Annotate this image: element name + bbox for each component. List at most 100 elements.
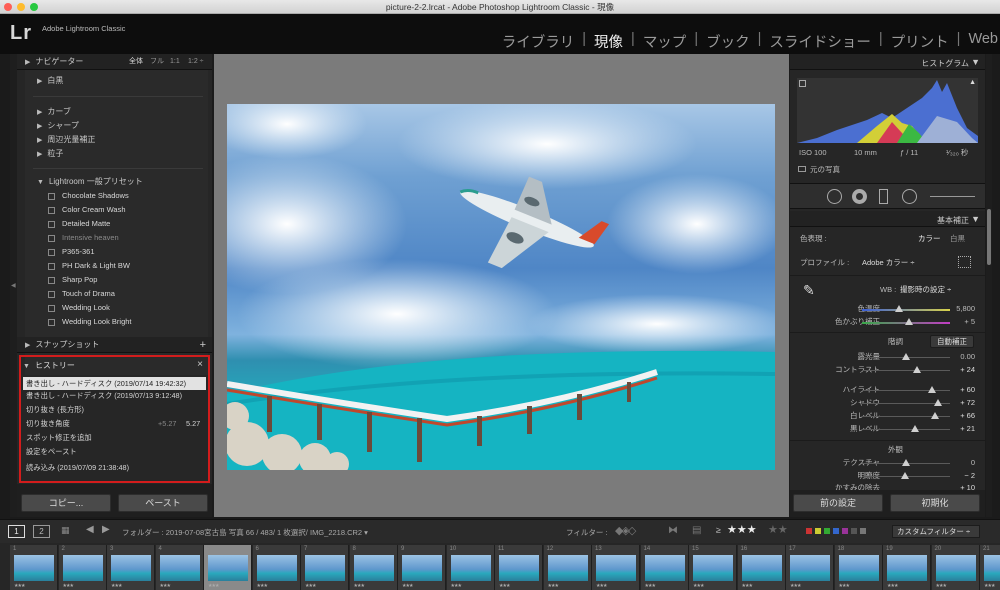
preset-item[interactable]: Touch of Drama xyxy=(48,287,115,301)
highlights-value[interactable]: + 60 xyxy=(940,384,975,396)
rating-operator[interactable]: ≥ xyxy=(716,525,721,535)
wb-select[interactable]: 撮影時の設定 ÷ xyxy=(900,284,951,296)
clarity-value[interactable]: − 2 xyxy=(940,470,975,482)
preset-item[interactable]: PH Dark & Light BW xyxy=(48,259,130,273)
contrast-knob[interactable] xyxy=(912,366,921,373)
radial-filter-icon[interactable] xyxy=(902,189,917,204)
module-library[interactable]: ライブラリ xyxy=(495,31,582,52)
source-path[interactable]: フォルダー : 2019-07-08宮古島 写真 66 / 483/ 1 枚選択… xyxy=(122,527,368,538)
filmstrip-thumbnail[interactable]: 10 ★★★ xyxy=(446,545,495,590)
grid-view-icon[interactable]: ▦ xyxy=(61,525,70,536)
temp-value[interactable]: 5,800 xyxy=(940,303,975,315)
module-develop[interactable]: 現像 xyxy=(587,31,630,52)
module-map[interactable]: マップ xyxy=(636,31,694,52)
navigator-header[interactable]: ▶ ナビゲーター 全体 フル 1:1 1:2 ÷ xyxy=(17,54,212,70)
module-book[interactable]: ブック xyxy=(699,31,757,52)
paste-settings-button[interactable]: ペースト xyxy=(118,494,208,512)
auto-tone-button[interactable]: 自動補正 xyxy=(930,335,974,348)
filmstrip-thumbnail[interactable]: 5 ★★★ xyxy=(204,545,252,590)
filmstrip-thumbnail[interactable]: 4 ★★★ xyxy=(155,545,204,590)
graduated-filter-icon[interactable] xyxy=(879,189,888,204)
filmstrip-thumbnail[interactable]: 1 ★★★ xyxy=(10,545,58,590)
history-step[interactable]: 設定をペースト xyxy=(26,447,77,457)
photo-preview[interactable] xyxy=(227,104,775,470)
whites-value[interactable]: + 66 xyxy=(940,410,975,422)
collapse-icon[interactable]: ▼ xyxy=(971,214,980,224)
zoom-1-1[interactable]: 1:1 xyxy=(170,54,180,70)
treatment-bw-button[interactable]: 白黒 xyxy=(950,233,965,245)
dehaze-value[interactable]: + 10 xyxy=(940,482,975,490)
treatment-color-button[interactable]: カラー xyxy=(918,233,941,245)
edit-filter-icon[interactable]: ⧓ xyxy=(668,525,678,536)
tint-value[interactable]: + 5 xyxy=(940,316,975,328)
whites-knob[interactable] xyxy=(931,412,940,419)
preset-group-general[interactable]: ▼ Lightroom 一般プリセット xyxy=(37,175,143,189)
filmstrip-thumbnail[interactable]: 17 ★★★ xyxy=(786,545,834,590)
virtual-copy-filter-icon[interactable]: ▤ xyxy=(692,525,701,536)
blacks-slider[interactable] xyxy=(862,429,950,430)
preset-item[interactable]: Intensive heaven xyxy=(48,231,119,245)
original-photo-toggle[interactable]: 元の写真 xyxy=(798,164,840,176)
zoom-fit[interactable]: 全体 xyxy=(129,54,143,70)
secondary-window-button[interactable]: 2 xyxy=(33,525,50,538)
filmstrip-thumbnail[interactable]: 20 ★★★ xyxy=(931,545,980,590)
filmstrip-thumbnail[interactable]: 18 ★★★ xyxy=(834,545,883,590)
highlights-slider[interactable] xyxy=(862,390,950,391)
module-slideshow[interactable]: スライドショー xyxy=(762,31,878,52)
history-step[interactable]: スポット修正を追加 xyxy=(26,433,92,443)
texture-knob[interactable] xyxy=(902,459,910,466)
blacks-knob[interactable] xyxy=(910,425,919,432)
filmstrip-thumbnail[interactable]: 6 ★★★ xyxy=(252,545,301,590)
previous-settings-button[interactable]: 前の設定 xyxy=(793,494,883,512)
temp-slider[interactable] xyxy=(862,309,950,311)
collapse-icon[interactable]: ▼ xyxy=(971,57,980,67)
zoom-1-2[interactable]: 1:2 ÷ xyxy=(188,54,204,70)
temp-knob[interactable] xyxy=(894,305,903,312)
spot-removal-icon[interactable] xyxy=(852,189,867,204)
flag-filter-icon[interactable]: ◆◈◇ xyxy=(615,524,636,537)
exposure-value[interactable]: 0.00 xyxy=(940,351,975,363)
preset-item[interactable]: P365-361 xyxy=(48,245,95,259)
close-history-icon[interactable]: × xyxy=(197,359,203,370)
rating-filter-on[interactable]: ★★★ xyxy=(727,523,757,536)
zoom-window-button[interactable] xyxy=(30,3,38,11)
exposure-knob[interactable] xyxy=(902,353,910,360)
blacks-value[interactable]: + 21 xyxy=(940,423,975,435)
basic-header[interactable]: 基本補正 ▼ xyxy=(790,211,985,227)
crop-tool-icon[interactable] xyxy=(827,189,842,204)
history-step[interactable]: 読み込み (2019/07/09 21:38:48) xyxy=(26,463,129,473)
scroll-thumb[interactable] xyxy=(987,209,991,265)
module-web[interactable]: Web xyxy=(961,31,1000,52)
filmstrip-thumbnail[interactable]: 3 ★★★ xyxy=(107,545,155,590)
reset-button[interactable]: 初期化 xyxy=(890,494,980,512)
filmstrip-thumbnail[interactable]: 12 ★★★ xyxy=(543,545,592,590)
preset-item[interactable]: Sharp Pop xyxy=(48,273,97,287)
snapshot-header[interactable]: ▶ スナップショット + xyxy=(17,337,212,353)
shadow-clipping-toggle[interactable] xyxy=(799,80,806,87)
preset-item[interactable]: Wedding Look Bright xyxy=(48,315,132,329)
filmstrip-thumbnail[interactable]: 14 ★★★ xyxy=(640,545,689,590)
clarity-knob[interactable] xyxy=(901,472,910,479)
rating-filter-off[interactable]: ★★ xyxy=(768,523,788,536)
color-label-filter[interactable] xyxy=(806,528,866,534)
profile-select[interactable]: Adobe カラー ÷ xyxy=(862,257,914,269)
profile-browser-icon[interactable] xyxy=(958,256,971,268)
filmstrip-thumbnail[interactable]: 15 ★★★ xyxy=(689,545,737,590)
primary-window-button[interactable]: 1 xyxy=(8,525,25,538)
preset-group-grain[interactable]: ▶ 粒子 xyxy=(37,147,63,161)
history-step-selected[interactable]: 書き出し - ハードディスク (2019/07/14 19:42:32) xyxy=(23,377,206,390)
history-step[interactable]: 書き出し - ハードディスク (2019/07/13 9:12:48) xyxy=(26,391,182,401)
adjustment-brush-icon[interactable] xyxy=(930,196,975,197)
filmstrip-thumbnail[interactable]: 16 ★★★ xyxy=(737,545,786,590)
highlight-clipping-toggle[interactable]: ▲ xyxy=(969,79,976,86)
preset-item[interactable]: Color Cream Wash xyxy=(48,203,126,217)
highlights-knob[interactable] xyxy=(928,386,937,393)
contrast-value[interactable]: + 24 xyxy=(940,364,975,376)
filmstrip-thumbnail[interactable]: 7 ★★★ xyxy=(301,545,349,590)
preset-item[interactable]: Wedding Look xyxy=(48,301,110,315)
preset-group-vignette[interactable]: ▶ 周辺光量補正 xyxy=(37,133,95,147)
shadows-value[interactable]: + 72 xyxy=(940,397,975,409)
filmstrip-thumbnail[interactable]: 8 ★★★ xyxy=(349,545,398,590)
right-panel-scrollbar[interactable] xyxy=(986,54,992,517)
filmstrip-thumbnail[interactable]: 21 ★★★ xyxy=(980,545,1000,590)
